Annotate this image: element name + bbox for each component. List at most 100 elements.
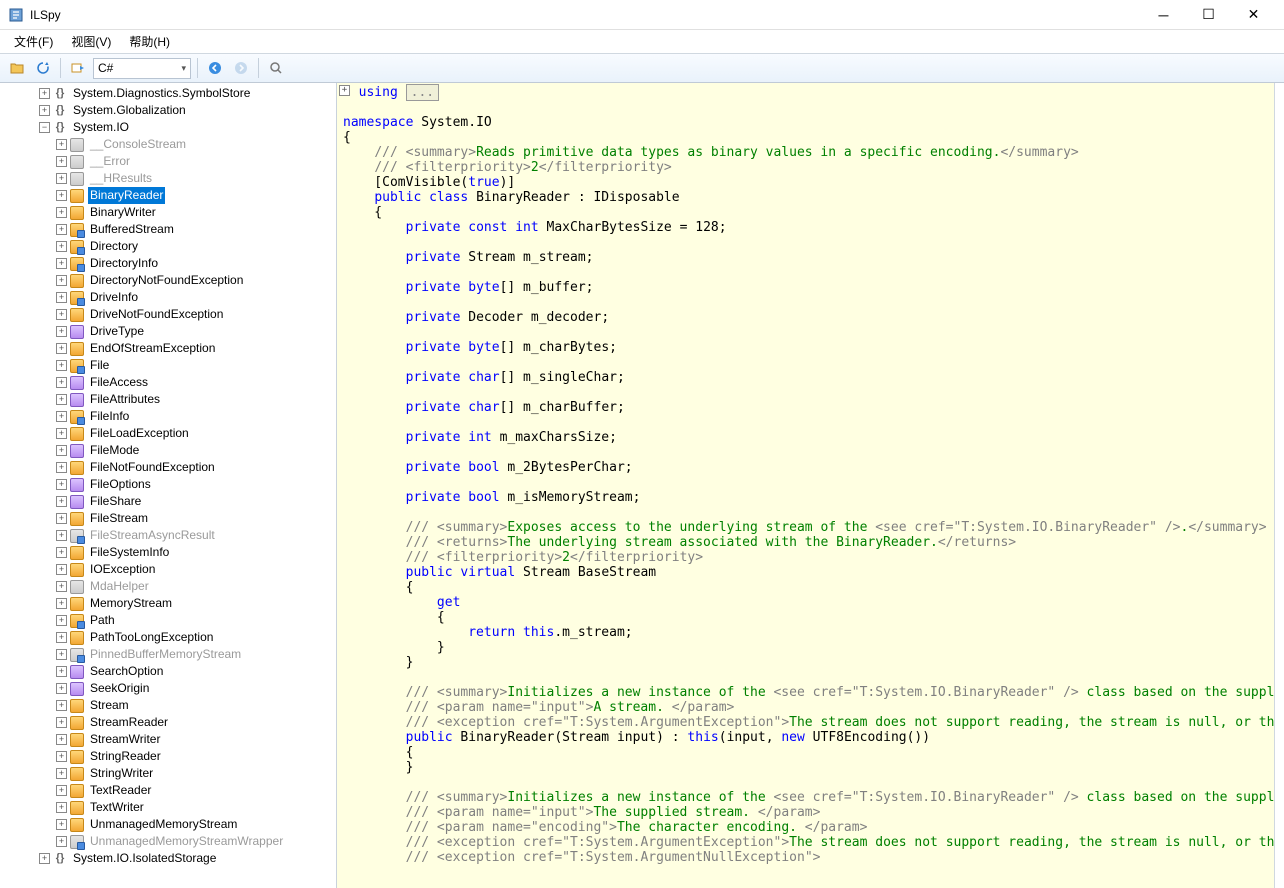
- expand-icon[interactable]: +: [56, 139, 67, 150]
- tree-item-FileLoadException[interactable]: +FileLoadException: [0, 425, 336, 442]
- expand-icon[interactable]: +: [39, 105, 50, 116]
- language-combo[interactable]: C# ▾: [93, 58, 191, 79]
- tree-item-FileAccess[interactable]: +FileAccess: [0, 374, 336, 391]
- tree-item-MemoryStream[interactable]: +MemoryStream: [0, 595, 336, 612]
- assembly-tree[interactable]: +{}System.Diagnostics.SymbolStore+{}Syst…: [0, 83, 337, 888]
- tree-item-DriveType[interactable]: +DriveType: [0, 323, 336, 340]
- expand-icon[interactable]: +: [56, 836, 67, 847]
- tree-item-FileShare[interactable]: +FileShare: [0, 493, 336, 510]
- expand-icon[interactable]: +: [56, 326, 67, 337]
- tree-item-MdaHelper[interactable]: +MdaHelper: [0, 578, 336, 595]
- expand-icon[interactable]: +: [56, 241, 67, 252]
- expand-icon[interactable]: +: [56, 802, 67, 813]
- tree-item-Stream[interactable]: +Stream: [0, 697, 336, 714]
- expand-icon[interactable]: +: [56, 173, 67, 184]
- tree-item-StringWriter[interactable]: +StringWriter: [0, 765, 336, 782]
- expand-icon[interactable]: +: [39, 88, 50, 99]
- expand-icon[interactable]: +: [56, 343, 67, 354]
- tree-item-FileNotFoundException[interactable]: +FileNotFoundException: [0, 459, 336, 476]
- tree-item-FileStream[interactable]: +FileStream: [0, 510, 336, 527]
- menu-file[interactable]: 文件(F): [6, 31, 61, 52]
- goto-button[interactable]: [67, 57, 89, 79]
- expand-icon[interactable]: +: [56, 377, 67, 388]
- collapsed-side-panel[interactable]: [1274, 83, 1284, 888]
- expand-icon[interactable]: +: [56, 309, 67, 320]
- tree-item-UnmanagedMemoryStreamWrapper[interactable]: +UnmanagedMemoryStreamWrapper: [0, 833, 336, 850]
- menu-help[interactable]: 帮助(H): [121, 31, 178, 52]
- expand-icon[interactable]: +: [56, 479, 67, 490]
- tree-namespace-System-Diagnostics-SymbolStore[interactable]: +{}System.Diagnostics.SymbolStore: [0, 85, 336, 102]
- tree-item-FileInfo[interactable]: +FileInfo: [0, 408, 336, 425]
- code-viewer[interactable]: + using ... namespace System.IO { /// <s…: [337, 83, 1274, 888]
- expand-icon[interactable]: +: [56, 224, 67, 235]
- tree-item-IOException[interactable]: +IOException: [0, 561, 336, 578]
- tree-item-__ConsoleStream[interactable]: +__ConsoleStream: [0, 136, 336, 153]
- expand-icon[interactable]: +: [56, 581, 67, 592]
- tree-item-PinnedBufferMemoryStream[interactable]: +PinnedBufferMemoryStream: [0, 646, 336, 663]
- tree-item-Directory[interactable]: +Directory: [0, 238, 336, 255]
- tree-item-SearchOption[interactable]: +SearchOption: [0, 663, 336, 680]
- expand-icon[interactable]: +: [56, 445, 67, 456]
- expand-icon[interactable]: +: [56, 292, 67, 303]
- back-button[interactable]: [204, 57, 226, 79]
- tree-item-SeekOrigin[interactable]: +SeekOrigin: [0, 680, 336, 697]
- expand-icon[interactable]: +: [56, 734, 67, 745]
- expand-icon[interactable]: +: [56, 615, 67, 626]
- expand-icon[interactable]: +: [56, 275, 67, 286]
- expand-icon[interactable]: +: [56, 462, 67, 473]
- expand-using-button[interactable]: +: [339, 85, 350, 96]
- expand-icon[interactable]: +: [56, 360, 67, 371]
- tree-item-TextReader[interactable]: +TextReader: [0, 782, 336, 799]
- tree-item-BufferedStream[interactable]: +BufferedStream: [0, 221, 336, 238]
- expand-icon[interactable]: +: [56, 819, 67, 830]
- tree-item-FileStreamAsyncResult[interactable]: +FileStreamAsyncResult: [0, 527, 336, 544]
- expand-icon[interactable]: +: [56, 768, 67, 779]
- expand-icon[interactable]: +: [56, 207, 67, 218]
- expand-icon[interactable]: +: [56, 632, 67, 643]
- expand-icon[interactable]: +: [56, 394, 67, 405]
- close-button[interactable]: ✕: [1231, 0, 1276, 30]
- expand-icon[interactable]: +: [56, 496, 67, 507]
- tree-item-BinaryWriter[interactable]: +BinaryWriter: [0, 204, 336, 221]
- expand-icon[interactable]: +: [56, 411, 67, 422]
- expand-icon[interactable]: +: [56, 156, 67, 167]
- tree-namespace-System-Globalization[interactable]: +{}System.Globalization: [0, 102, 336, 119]
- expand-icon[interactable]: +: [56, 649, 67, 660]
- tree-item-__Error[interactable]: +__Error: [0, 153, 336, 170]
- tree-item-__HResults[interactable]: +__HResults: [0, 170, 336, 187]
- expand-icon[interactable]: +: [56, 751, 67, 762]
- forward-button[interactable]: [230, 57, 252, 79]
- tree-namespace-System-IO-IsolatedStorage[interactable]: +{}System.IO.IsolatedStorage: [0, 850, 336, 867]
- refresh-button[interactable]: [32, 57, 54, 79]
- tree-item-StreamReader[interactable]: +StreamReader: [0, 714, 336, 731]
- expand-icon[interactable]: +: [56, 513, 67, 524]
- tree-item-DirectoryNotFoundException[interactable]: +DirectoryNotFoundException: [0, 272, 336, 289]
- tree-item-DriveNotFoundException[interactable]: +DriveNotFoundException: [0, 306, 336, 323]
- minimize-button[interactable]: ─: [1141, 0, 1186, 30]
- expand-icon[interactable]: +: [56, 717, 67, 728]
- tree-item-StreamWriter[interactable]: +StreamWriter: [0, 731, 336, 748]
- tree-item-DriveInfo[interactable]: +DriveInfo: [0, 289, 336, 306]
- tree-item-File[interactable]: +File: [0, 357, 336, 374]
- expand-icon[interactable]: +: [56, 258, 67, 269]
- expand-icon[interactable]: +: [56, 547, 67, 558]
- search-button[interactable]: [265, 57, 287, 79]
- expand-icon[interactable]: +: [56, 428, 67, 439]
- expand-icon[interactable]: +: [56, 598, 67, 609]
- tree-item-EndOfStreamException[interactable]: +EndOfStreamException: [0, 340, 336, 357]
- expand-icon[interactable]: +: [56, 190, 67, 201]
- collapse-icon[interactable]: −: [39, 122, 50, 133]
- maximize-button[interactable]: ☐: [1186, 0, 1231, 30]
- tree-item-PathTooLongException[interactable]: +PathTooLongException: [0, 629, 336, 646]
- expand-icon[interactable]: +: [56, 666, 67, 677]
- tree-item-DirectoryInfo[interactable]: +DirectoryInfo: [0, 255, 336, 272]
- tree-item-FileMode[interactable]: +FileMode: [0, 442, 336, 459]
- tree-item-TextWriter[interactable]: +TextWriter: [0, 799, 336, 816]
- open-button[interactable]: [6, 57, 28, 79]
- expand-icon[interactable]: +: [56, 785, 67, 796]
- tree-item-UnmanagedMemoryStream[interactable]: +UnmanagedMemoryStream: [0, 816, 336, 833]
- expand-icon[interactable]: +: [39, 853, 50, 864]
- tree-item-Path[interactable]: +Path: [0, 612, 336, 629]
- tree-item-FileOptions[interactable]: +FileOptions: [0, 476, 336, 493]
- expand-icon[interactable]: +: [56, 700, 67, 711]
